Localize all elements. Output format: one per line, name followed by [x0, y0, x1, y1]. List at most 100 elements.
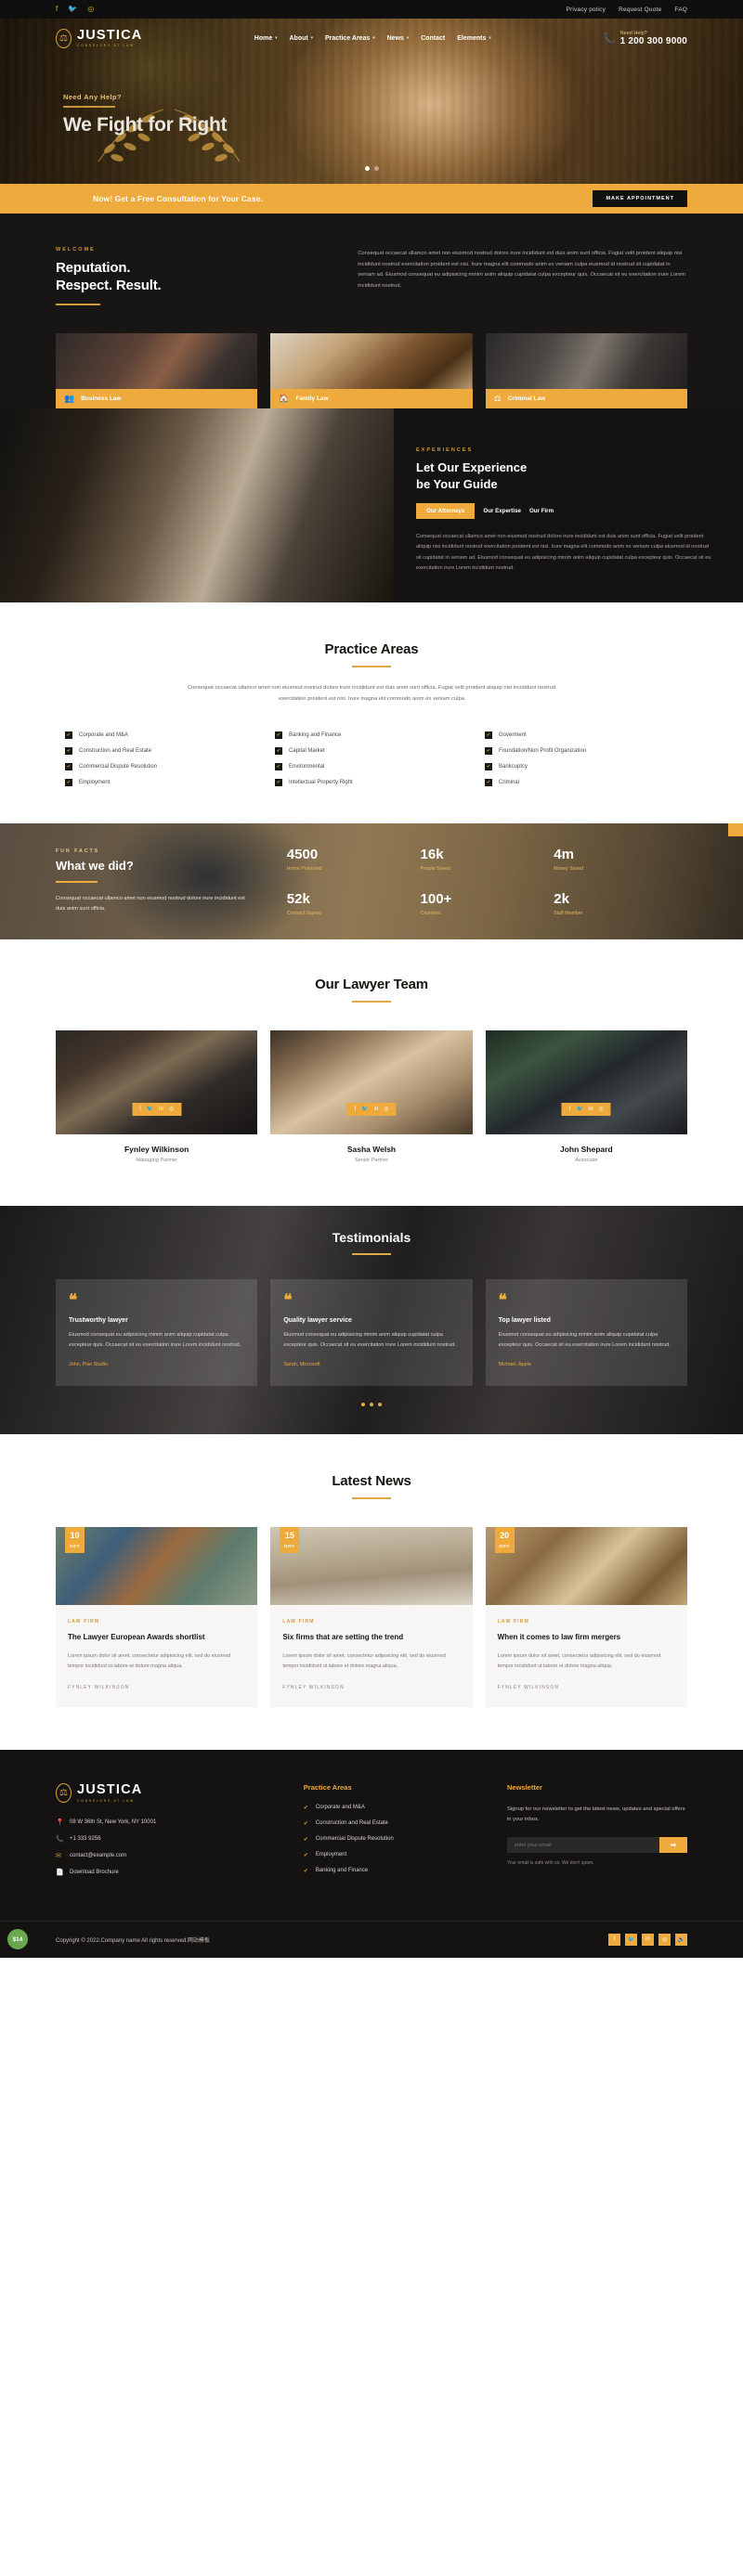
instagram-icon[interactable]: ◎: [658, 1933, 671, 1946]
nav-item-home[interactable]: Home ▾: [254, 35, 278, 42]
news-thumbnail: 10 NOV: [56, 1527, 258, 1606]
make-appointment-button[interactable]: MAKE APPOINTMENT: [593, 190, 687, 207]
facebook-icon[interactable]: f: [569, 1107, 571, 1112]
practice-label: Construction and Real Estate: [315, 1820, 388, 1827]
linkedin-icon[interactable]: in: [159, 1107, 163, 1112]
practice-item[interactable]: ✔ Banking and Finance: [275, 731, 468, 739]
footer-practice-item[interactable]: ✔ Banking and Finance: [304, 1868, 487, 1874]
newsletter-description: Signup for our newsletter to get the lat…: [506, 1806, 685, 1823]
news-category[interactable]: LAW FIRM: [498, 1619, 675, 1625]
news-category[interactable]: LAW FIRM: [68, 1619, 245, 1625]
site-logo[interactable]: ⚖ JUSTICA CONSELORS AT LAW: [56, 27, 143, 48]
instagram-icon[interactable]: ◎: [599, 1107, 604, 1112]
instagram-icon[interactable]: ◎: [169, 1107, 174, 1112]
practice-column-1: ✔ Corporate and M&A ✔ Construction and Rea…: [65, 731, 258, 786]
practice-item[interactable]: ✔ Foundation/Non Profit Organization: [485, 747, 678, 755]
footer-logo[interactable]: ⚖ JUSTICA CONSELORS AT LAW: [56, 1782, 283, 1803]
team-member-card[interactable]: f 🐦 in ◎ John Shepard Associate: [485, 1030, 687, 1163]
news-title[interactable]: The Lawyer European Awards shortlist: [68, 1632, 245, 1643]
testimonials-section: Testimonials ❝ Trustworthy lawyer Eiusmo…: [0, 1206, 743, 1435]
price-badge[interactable]: $14: [7, 1929, 28, 1950]
practice-item[interactable]: ✔ Criminal: [485, 779, 678, 786]
twitter-icon[interactable]: 🐦: [625, 1933, 637, 1946]
facebook-icon[interactable]: f: [354, 1107, 356, 1112]
news-card[interactable]: 15 NOV LAW FIRM Six firms that are setti…: [270, 1527, 473, 1707]
practice-label: Banking and Finance: [289, 732, 342, 738]
news-title[interactable]: Six firms that are setting the trend: [282, 1632, 460, 1643]
check-icon: ✔: [65, 747, 72, 755]
instagram-icon[interactable]: ◎: [384, 1107, 388, 1112]
practice-item[interactable]: ✔ Bankcuptcy: [485, 763, 678, 770]
nav-item-contact[interactable]: Contact: [421, 35, 445, 42]
practice-item[interactable]: ✔ Construction and Real Estate: [65, 747, 258, 755]
testimonial-author: John, Pixe Studio: [69, 1362, 108, 1368]
practice-item[interactable]: ✔ Capital Market: [275, 747, 468, 755]
member-name: Fynley Wilkinson: [124, 1145, 189, 1154]
testimonial-dot-3[interactable]: [378, 1403, 382, 1407]
linkedin-icon[interactable]: in: [589, 1107, 593, 1112]
slider-dot-2[interactable]: [373, 166, 379, 171]
stat-home-protected: 4500 Home Protected: [287, 848, 421, 872]
news-card[interactable]: 20 NOV LAW FIRM When it comes to law fir…: [485, 1527, 687, 1707]
newsletter-email-input[interactable]: [506, 1837, 659, 1854]
practice-label: Goverment: [499, 732, 527, 738]
instagram-icon[interactable]: ◎: [87, 6, 94, 13]
facebook-icon[interactable]: f: [139, 1107, 141, 1112]
news-title[interactable]: When it comes to law firm mergers: [498, 1632, 675, 1643]
testimonial-dot-2[interactable]: [370, 1403, 373, 1407]
news-category[interactable]: LAW FIRM: [282, 1619, 460, 1625]
team-member-card[interactable]: f 🐦 in ◎ Sasha Welsh Senior Partner: [270, 1030, 473, 1163]
practice-item[interactable]: ✔ Employment: [65, 779, 258, 786]
newsletter-submit-button[interactable]: ➡: [659, 1837, 687, 1854]
testimonial-dot-1[interactable]: [361, 1403, 365, 1407]
experience-tabs: Our Attorneys Our Expertise Our Firm: [416, 502, 711, 519]
linkedin-icon[interactable]: in: [642, 1933, 654, 1946]
tab-our-firm[interactable]: Our Firm: [529, 503, 554, 519]
practice-item[interactable]: ✔ Corporate and M&A: [65, 731, 258, 739]
service-card-criminal-law[interactable]: ⚖ Criminal Law: [485, 333, 687, 409]
main-navigation: ⚖ JUSTICA CONSELORS AT LAW Home ▾ About ▾ …: [0, 19, 743, 58]
nav-label: Contact: [421, 34, 446, 42]
nav-item-about[interactable]: About ▾: [289, 35, 312, 42]
twitter-icon[interactable]: 🐦: [68, 6, 77, 13]
service-card-business-law[interactable]: 👥 Business Law: [56, 333, 258, 409]
footer-practice-item[interactable]: ✔ Construction and Real Estate: [304, 1820, 487, 1827]
practice-areas-paragraph: Consequat occaecat ullamco amet non eius…: [187, 684, 556, 703]
nav-item-news[interactable]: News ▾: [387, 35, 410, 42]
twitter-icon[interactable]: 🐦: [147, 1107, 153, 1112]
practice-item[interactable]: ✔ Goverment: [485, 731, 678, 739]
topbar-social-list: f 🐦 ◎: [56, 6, 94, 13]
footer-practice-item[interactable]: ✔ Corporate and M&A: [304, 1805, 487, 1811]
tab-our-expertise[interactable]: Our Expertise: [483, 503, 521, 519]
link-request-quote[interactable]: Request Quote: [619, 6, 661, 13]
practice-item[interactable]: ✔ Intellectual Property Right: [275, 779, 468, 786]
news-month: NOV: [69, 1544, 81, 1549]
service-card-family-law[interactable]: 🏠 Family Law: [270, 333, 473, 409]
tab-our-attorneys[interactable]: Our Attorneys: [416, 502, 476, 519]
practice-item[interactable]: ✔ Environmental: [275, 763, 468, 770]
rss-icon[interactable]: 🔊: [675, 1933, 687, 1946]
footer-practice-item[interactable]: ✔ Commercial Dispute Resolution: [304, 1836, 487, 1843]
brand-name: JUSTICA: [77, 27, 143, 43]
footer-phone[interactable]: 📞 +1 333 9256: [56, 1835, 283, 1843]
slider-dot-1[interactable]: [364, 166, 370, 171]
linkedin-icon[interactable]: in: [374, 1107, 379, 1112]
team-member-card[interactable]: f 🐦 in ◎ Fynley Wilkinson Managing Partn…: [56, 1030, 258, 1163]
nav-item-practice-areas[interactable]: Practice Areas ▾: [325, 35, 375, 42]
news-card[interactable]: 10 NOV LAW FIRM The Lawyer European Awar…: [56, 1527, 258, 1707]
link-faq[interactable]: FAQ: [674, 6, 687, 13]
facebook-icon[interactable]: f: [608, 1933, 620, 1946]
nav-label: About: [289, 34, 308, 42]
twitter-icon[interactable]: 🐦: [361, 1107, 368, 1112]
footer-email[interactable]: ✉ contact@example.com: [56, 1852, 283, 1859]
practice-item[interactable]: ✔ Commercial Dispute Resolution: [65, 763, 258, 770]
service-image: [56, 333, 258, 390]
link-privacy-policy[interactable]: Privacy policy: [567, 6, 606, 13]
footer-practice-item[interactable]: ✔ Employment: [304, 1852, 487, 1858]
envelope-icon: ✉: [56, 1852, 61, 1859]
header-phone-block[interactable]: 📞 Need Help? 1 200 300 9000: [603, 31, 687, 46]
twitter-icon[interactable]: 🐦: [576, 1107, 582, 1112]
footer-brochure-link[interactable]: 📄 Download Brochure: [56, 1869, 283, 1876]
nav-item-elements[interactable]: Elements ▾: [457, 35, 490, 42]
facebook-icon[interactable]: f: [56, 6, 58, 13]
